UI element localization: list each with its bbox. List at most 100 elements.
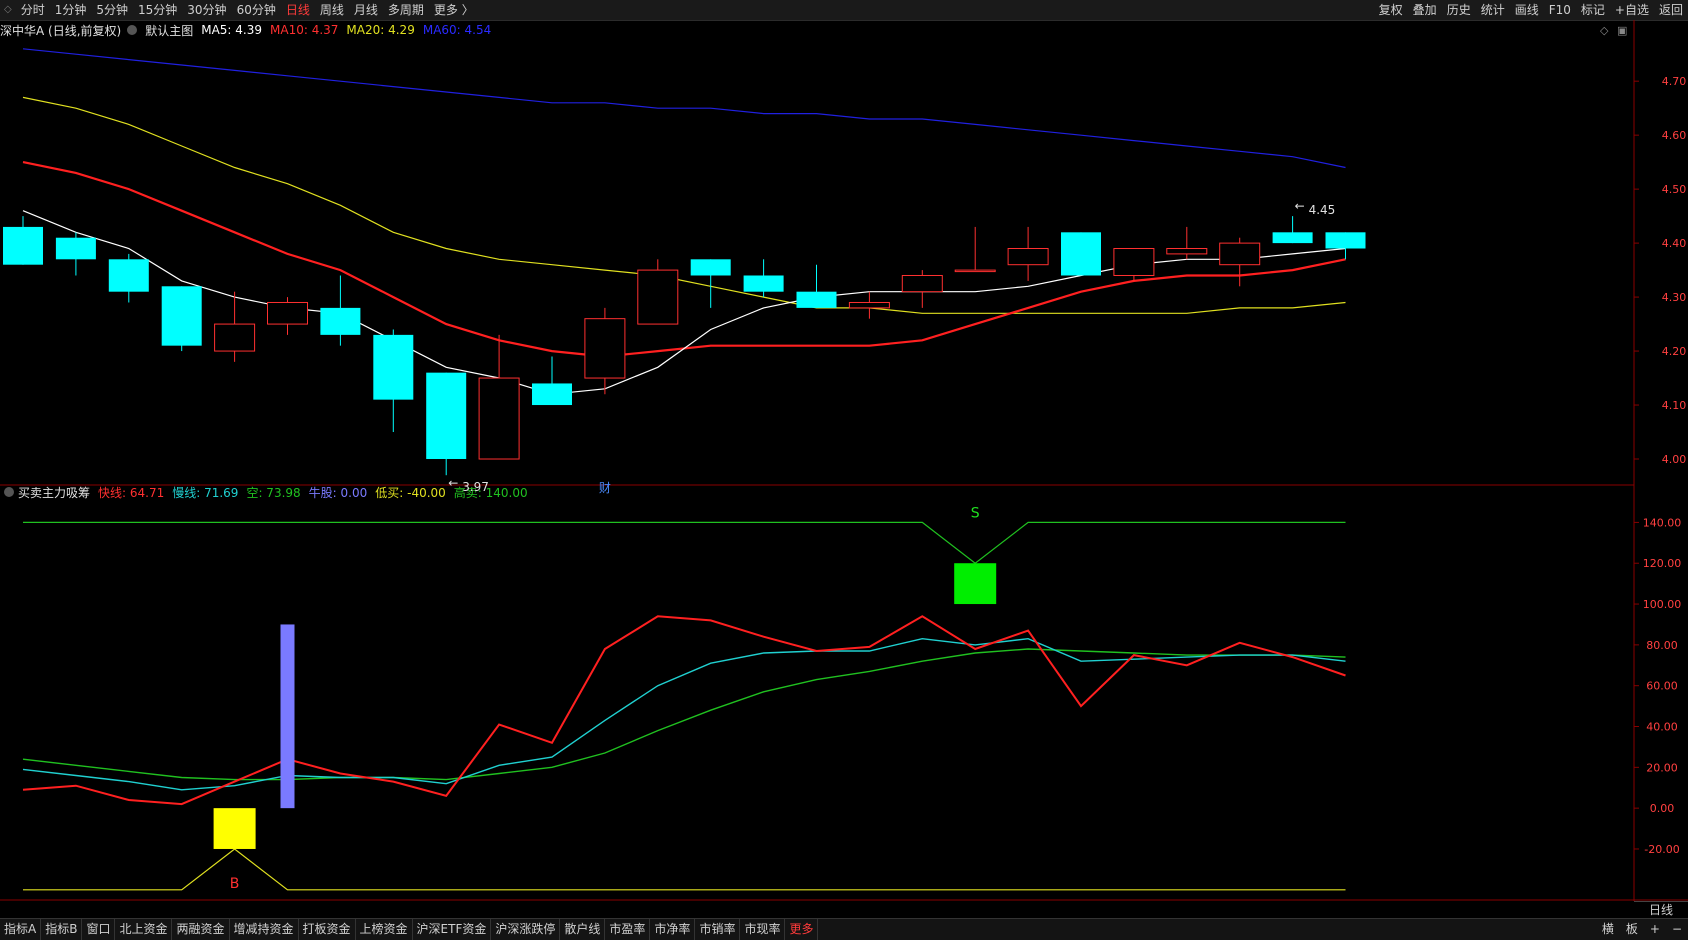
empty-line — [22, 648, 1346, 781]
toolbar-button[interactable]: 画线 — [1510, 0, 1544, 20]
buy-marker-box — [213, 808, 256, 849]
period-tab[interactable]: 5分钟 — [91, 0, 133, 20]
indicator-tab[interactable]: 北上资金 — [115, 919, 173, 940]
candle-body-down — [743, 275, 784, 292]
y-tick-label: 4.20 — [1662, 345, 1687, 358]
period-tab[interactable]: 15分钟 — [133, 0, 182, 20]
period-tab[interactable]: 60分钟 — [232, 0, 281, 20]
sub-plot: BS — [22, 505, 1346, 892]
bottom-control[interactable]: 板 — [1620, 919, 1644, 940]
indicator-tab[interactable]: 市销率 — [695, 919, 741, 940]
candle-body-up — [1007, 248, 1049, 266]
indicator-tabbar: 指标A 指标B 窗口 北上资金 两融资金 增减持资金 打板资金 上榜资金 沪深ETF资金 沪深涨跌… — [0, 918, 1688, 940]
period-tab[interactable]: 1分钟 — [50, 0, 92, 20]
extreme-price-label: 4.45 — [1309, 203, 1336, 217]
toolbar-button[interactable]: 复权 — [1374, 0, 1408, 20]
y-tick-label: 0.00 — [1650, 802, 1675, 815]
period-tab[interactable]: 30分钟 — [182, 0, 231, 20]
indicator-tab[interactable]: 市净率 — [650, 919, 696, 940]
kline-chart[interactable]: ← 3.97← 4.45财 BS 4.004.104.204.304.404.504… — [0, 20, 1688, 901]
y-tick-label: 4.10 — [1662, 399, 1687, 412]
candle-body-down — [108, 259, 149, 292]
toolbar-button[interactable]: 历史 — [1442, 0, 1476, 20]
y-tick-label: 4.00 — [1662, 453, 1687, 466]
candle-body-up — [1113, 248, 1155, 276]
sell-marker-box — [954, 563, 997, 605]
candle-body-up — [1219, 242, 1261, 266]
toolbar-button[interactable]: 统计 — [1476, 0, 1510, 20]
candle-body-down — [532, 383, 572, 406]
period-tab[interactable]: 周线 — [315, 0, 349, 20]
period-tab[interactable]: 月线 — [349, 0, 383, 20]
bottom-control[interactable]: − — [1666, 919, 1688, 940]
axis-layer: 4.00 4.10 4.20 4.30 4.40 4.50 4.60 4.70 -20.00 0.… — [1634, 75, 1687, 856]
toolbar-button[interactable]: +自选 — [1610, 0, 1654, 20]
bottom-control[interactable]: + — [1644, 919, 1666, 940]
indicator-tab[interactable]: 市现率 — [740, 919, 786, 940]
y-tick-label: 4.30 — [1662, 291, 1687, 304]
candle-body-down — [161, 286, 202, 346]
y-tick-label: 120.00 — [1643, 557, 1682, 570]
y-tick-label: 140.00 — [1643, 516, 1682, 529]
candle-body-down — [1325, 232, 1366, 249]
indicator-tab[interactable]: 窗口 — [82, 919, 116, 940]
collapse-icon[interactable]: ◇ — [0, 0, 16, 20]
indicator-tab[interactable]: 市盈率 — [605, 919, 651, 940]
indicator-tab[interactable]: 指标B — [41, 919, 83, 940]
candle-body-down — [3, 226, 43, 265]
toolbar-button[interactable]: 返回 — [1654, 0, 1688, 20]
indicator-tab[interactable]: 打板资金 — [299, 919, 356, 940]
indicator-tab[interactable]: 上榜资金 — [356, 919, 413, 940]
ma5-line — [22, 210, 1346, 395]
high-sell-line — [23, 521, 1346, 564]
period-tab[interactable]: 日线 — [281, 0, 315, 20]
candle-body-up — [848, 301, 890, 309]
y-tick-label: 4.40 — [1662, 237, 1687, 250]
grid-layer — [0, 20, 1688, 901]
period-tab[interactable]: 更多 〉 — [429, 0, 479, 20]
y-tick-label: 40.00 — [1646, 721, 1678, 734]
indicator-tab[interactable]: 散户线 — [560, 919, 606, 940]
low-buy-line — [23, 848, 1346, 891]
extreme-arrow: ← — [1295, 199, 1305, 213]
y-tick-label: 80.00 — [1646, 639, 1678, 652]
indicator-tabs: 指标A 指标B 窗口 北上资金 两融资金 增减持资金 打板资金 上榜资金 沪深ETF资金 沪深涨跌… — [0, 919, 819, 940]
ma20-line — [22, 96, 1346, 314]
y-tick-label: 4.50 — [1662, 183, 1687, 196]
fast-line — [22, 615, 1346, 806]
period-tabs: ◇ 分时 1分钟 5分钟 15分钟 30分钟 60分钟 日线 周线 月线 多周期 更多 〉 — [0, 0, 479, 20]
indicator-tab[interactable]: 更多 — [785, 919, 819, 940]
bottom-control[interactable]: 横 — [1596, 919, 1620, 940]
toolbar-button[interactable]: F10 — [1544, 0, 1576, 20]
slow-line — [22, 637, 1346, 791]
period-label[interactable]: 日线 — [1634, 901, 1688, 919]
candle-body-up — [478, 377, 520, 460]
ma60-line — [22, 48, 1346, 169]
bull-bar — [280, 624, 295, 809]
candle-body-up — [214, 323, 256, 352]
period-tab[interactable]: 多周期 — [383, 0, 429, 20]
y-tick-label: 20.00 — [1646, 761, 1678, 774]
sell-marker-label: S — [971, 505, 980, 521]
indicator-tab[interactable]: 增减持资金 — [230, 919, 299, 940]
finance-marker: 财 — [599, 481, 611, 495]
candle-body-down — [690, 259, 731, 276]
candle-body-down — [373, 334, 414, 400]
indicator-tab[interactable]: 两融资金 — [172, 919, 230, 940]
period-tab[interactable]: 分时 — [16, 0, 50, 20]
toolbar-right: 复权 叠加 历史 统计 画线 F10 标记 +自选 返回 — [1374, 0, 1688, 20]
candle-body-up — [1166, 248, 1208, 255]
candle-body-down — [796, 291, 837, 308]
y-tick-label: 100.00 — [1643, 598, 1682, 611]
indicator-tab[interactable]: 沪深涨跌停 — [491, 919, 561, 940]
indicator-tab[interactable]: 沪深ETF资金 — [413, 919, 492, 940]
candle-body-down — [55, 237, 96, 260]
y-tick-label: 4.70 — [1662, 75, 1687, 88]
toolbar-button[interactable]: 叠加 — [1408, 0, 1442, 20]
indicator-tab[interactable]: 指标A — [0, 919, 42, 940]
candle-body-up — [267, 301, 308, 325]
toolbar-button[interactable]: 标记 — [1576, 0, 1610, 20]
candle-body-down — [426, 372, 467, 460]
y-tick-label: 4.60 — [1662, 129, 1687, 142]
y-tick-label: -20.00 — [1644, 843, 1679, 856]
